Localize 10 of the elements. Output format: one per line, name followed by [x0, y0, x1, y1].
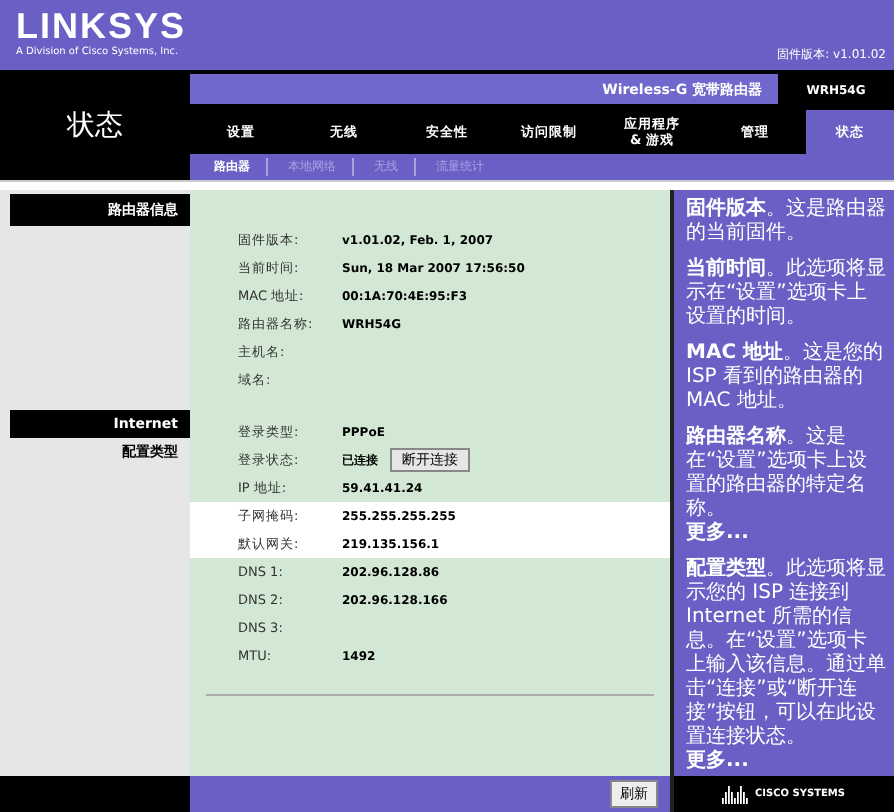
linksys-logo: LINKSYS	[16, 6, 187, 46]
more-link[interactable]: 更多...	[686, 750, 886, 774]
more-link[interactable]: 更多...	[686, 522, 886, 546]
bridge-icon	[722, 784, 751, 804]
help-text: 配置类型。此选项将显示您的 ISP 连接到 Internet 所需的信息。在“设置”选项卡上输入该信息。通过单击“连接”或“断开连接”按钮，可以在此设置连接状态。	[686, 558, 886, 748]
help-text: 路由器名称。这是在“设置”选项卡上设置的路由器的特定名称。	[686, 426, 867, 520]
page-title: 状态	[67, 107, 123, 143]
help-text: 固件版本。这是路由器的当前固件。	[686, 198, 886, 244]
help-text: MAC 地址。这是您的 ISP 看到的路由器的 MAC 地址。	[686, 342, 884, 412]
help-text: 当前时间。此选项将显示在“设置”选项卡上设置的时间。	[686, 258, 886, 328]
